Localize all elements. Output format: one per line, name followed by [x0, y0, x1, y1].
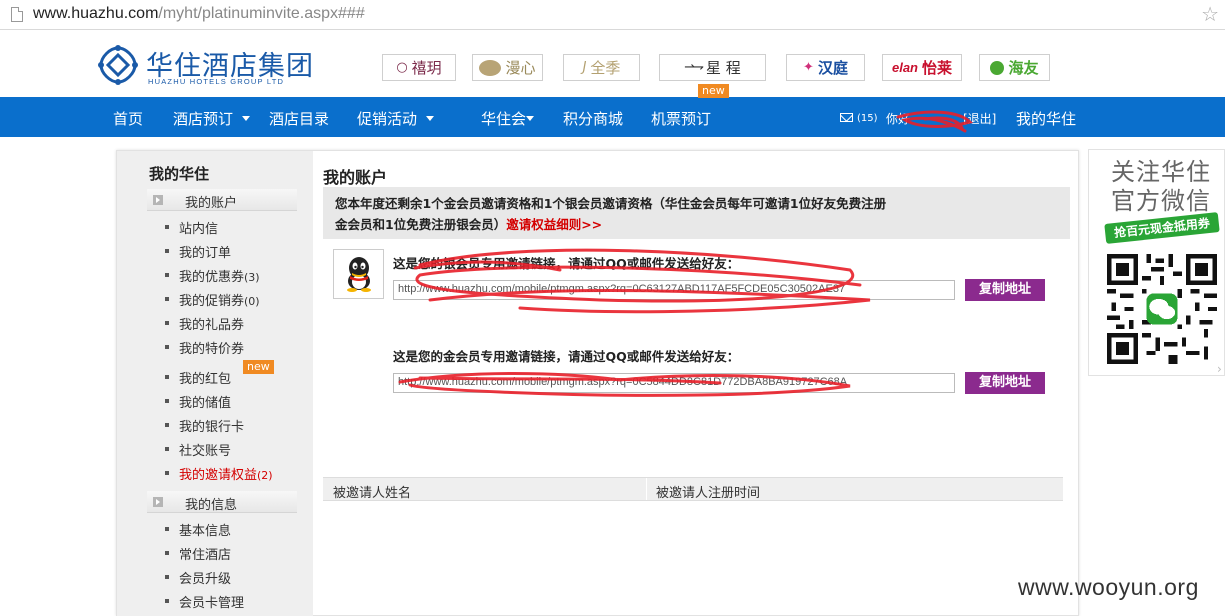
chevron-right-icon: › — [1217, 362, 1222, 376]
nav-directory[interactable]: 酒店目录 — [269, 108, 329, 129]
url-text[interactable]: www.huazhu.com/myht/platinuminvite.aspx#… — [33, 5, 365, 23]
page-title: 我的账户 — [323, 168, 388, 187]
nav-my-huazhu[interactable]: 我的华住 — [1016, 108, 1076, 129]
sidebar-group-info[interactable]: 我的信息 — [147, 491, 297, 513]
sidebar-item-messages[interactable]: 站内信 — [164, 218, 218, 237]
leaf-icon — [479, 59, 502, 76]
sidebar-item-gift-vouchers[interactable]: 我的礼品券 — [164, 314, 244, 333]
sidebar-item-card-management[interactable]: 会员卡管理 — [164, 592, 244, 611]
logo-english: HUAZHU HOTELS GROUP LTD — [148, 77, 285, 86]
haiyou-icon — [990, 60, 1005, 75]
copy-silver-url-button[interactable]: 复制地址 — [965, 279, 1045, 301]
brand-xiyue[interactable]: ○ 禧玥 — [382, 54, 456, 81]
brand-haiyou[interactable]: 海友 — [979, 54, 1050, 81]
mail-icon — [840, 113, 853, 122]
main-nav: 首页 酒店预订 酒店目录 促销活动 华住会 积分商城 机票预订 new (15)… — [0, 84, 1225, 137]
expand-icon — [153, 497, 163, 507]
logo-mark-icon — [98, 45, 138, 85]
account-panel: 我的华住 我的账户 站内信 我的订单 我的优惠券(3) 我的促销券(0) 我的礼… — [116, 150, 1079, 616]
mail-link[interactable]: (15) — [840, 110, 878, 124]
address-bar[interactable]: www.huazhu.com/myht/platinuminvite.aspx#… — [0, 0, 1225, 30]
sidebar-item-bank-cards[interactable]: 我的银行卡 — [164, 416, 244, 435]
brand-xingcheng[interactable]: ⇀⇁ 星 程 — [659, 54, 766, 81]
silver-invite-url-field[interactable]: http://www.huazhu.com/mobile/ptmgm.aspx?… — [393, 280, 955, 300]
sidebar: 我的华住 我的账户 站内信 我的订单 我的优惠券(3) 我的促销券(0) 我的礼… — [117, 151, 313, 616]
sidebar-item-promo-vouchers[interactable]: 我的促销券(0) — [165, 290, 260, 309]
ji-icon: J — [582, 60, 587, 75]
qr-code-icon — [1107, 254, 1217, 364]
silver-invite-label: 这是您的银会员专用邀请链接，请通过QQ或邮件发送给好友： — [393, 256, 740, 271]
sidebar-item-social-accounts[interactable]: 社交账号 — [164, 440, 231, 459]
main-content: 我的账户 您本年度还剩余1个金会员邀请资格和1个银会员邀请资格（华住金会员每年可… — [314, 151, 1078, 616]
voucher-tag: 抢百元现金抵用券 — [1104, 212, 1220, 244]
nav-booking[interactable]: 酒店预订 — [173, 108, 251, 129]
invite-notice: 您本年度还剩余1个金会员邀请资格和1个银会员邀请资格（华住金会员每年可邀请1位好… — [323, 187, 1070, 239]
hanting-icon: ✦ — [803, 60, 814, 75]
sidebar-item-red-packets[interactable]: 我的红包 — [164, 368, 231, 387]
sidebar-item-stored-value[interactable]: 我的储值 — [164, 392, 231, 411]
copy-gold-url-button[interactable]: 复制地址 — [965, 372, 1045, 394]
circle-icon: ○ — [396, 60, 408, 75]
bookmark-star-icon[interactable]: ☆ — [1201, 2, 1219, 26]
brand-elan[interactable]: elan 怡莱 — [882, 54, 962, 81]
huazhu-logo[interactable]: 华住酒店集团 HUAZHU HOTELS GROUP LTD — [98, 45, 333, 89]
qr-title: 关注华住 官方微信 — [1111, 158, 1211, 215]
brand-hanting[interactable]: ✦ 汉庭 — [786, 54, 865, 81]
chevron-down-icon — [426, 116, 435, 121]
chevron-down-icon — [526, 116, 535, 121]
chevron-down-icon — [242, 116, 251, 121]
elan-icon: elan — [891, 60, 918, 75]
invite-rules-link[interactable]: 邀请权益细则>> — [506, 217, 602, 232]
invitee-table-header: 被邀请人姓名 被邀请人注册时间 — [323, 477, 1063, 501]
sidebar-item-invite-rights[interactable]: 我的邀请权益(2) — [165, 464, 273, 483]
sidebar-item-special-vouchers[interactable]: 我的特价券 — [164, 338, 244, 357]
nav-flight[interactable]: 机票预订 — [651, 108, 711, 129]
column-register-time: 被邀请人注册时间 — [656, 486, 761, 501]
sidebar-item-frequent-hotels[interactable]: 常住酒店 — [164, 544, 231, 563]
brand-manxin[interactable]: 漫心 — [472, 54, 543, 81]
greeting: 你好 — [886, 112, 911, 126]
page-icon — [11, 7, 23, 22]
nav-home[interactable]: 首页 — [113, 108, 143, 129]
watermark: www.wooyun.org — [1018, 574, 1199, 600]
sidebar-item-basic-info[interactable]: 基本信息 — [164, 520, 231, 539]
wechat-qr-card[interactable]: 关注华住 官方微信 抢百元现金抵用券 › — [1088, 149, 1225, 376]
sidebar-title: 我的华住 — [149, 165, 210, 183]
nav-club[interactable]: 华住会 — [481, 108, 535, 129]
logout-link[interactable]: [退出] — [963, 110, 996, 127]
sidebar-item-coupons[interactable]: 我的优惠券(3) — [165, 266, 260, 285]
nav-promo[interactable]: 促销活动 — [357, 108, 435, 129]
new-badge: new — [698, 84, 729, 98]
gold-invite-label: 这是您的金会员专用邀请链接，请通过QQ或邮件发送给好友： — [393, 349, 740, 364]
column-invitee-name: 被邀请人姓名 — [333, 486, 412, 501]
sidebar-item-orders[interactable]: 我的订单 — [164, 242, 231, 261]
gold-invite-url-field[interactable]: http://www.huazhu.com/mobile/ptmgm.aspx?… — [393, 373, 955, 393]
new-badge: new — [243, 360, 274, 374]
expand-icon — [153, 195, 163, 205]
brand-quanji[interactable]: J 全季 — [563, 54, 640, 81]
sidebar-item-upgrade[interactable]: 会员升级 — [164, 568, 231, 587]
nav-points-mall[interactable]: 积分商城 — [563, 108, 623, 129]
site-header: 华住酒店集团 HUAZHU HOTELS GROUP LTD ○ 禧玥 漫心 J全… — [0, 31, 1225, 97]
arrows-icon: ⇀⇁ — [684, 60, 704, 75]
sidebar-group-account[interactable]: 我的账户 — [147, 189, 297, 211]
qq-icon — [333, 249, 384, 299]
